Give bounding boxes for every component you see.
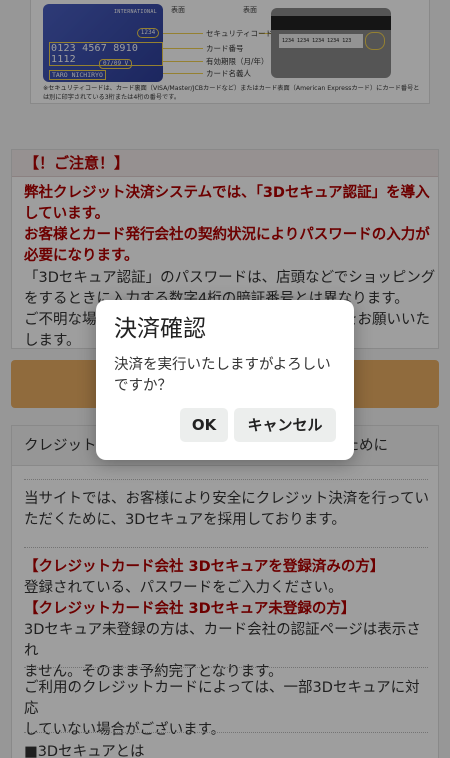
payment-confirm-dialog: 決済確認 決済を実行いたしますがよろしい ですか？ OK キャンセル <box>96 300 354 460</box>
ok-button[interactable]: OK <box>180 408 228 442</box>
dialog-message-line: ですか？ <box>114 378 172 394</box>
cancel-button[interactable]: キャンセル <box>234 408 336 442</box>
dialog-title: 決済確認 <box>114 316 206 342</box>
dialog-message-line: 決済を実行いたしますがよろしい <box>114 357 331 373</box>
dialog-message: 決済を実行いたしますがよろしい ですか？ <box>114 355 339 397</box>
